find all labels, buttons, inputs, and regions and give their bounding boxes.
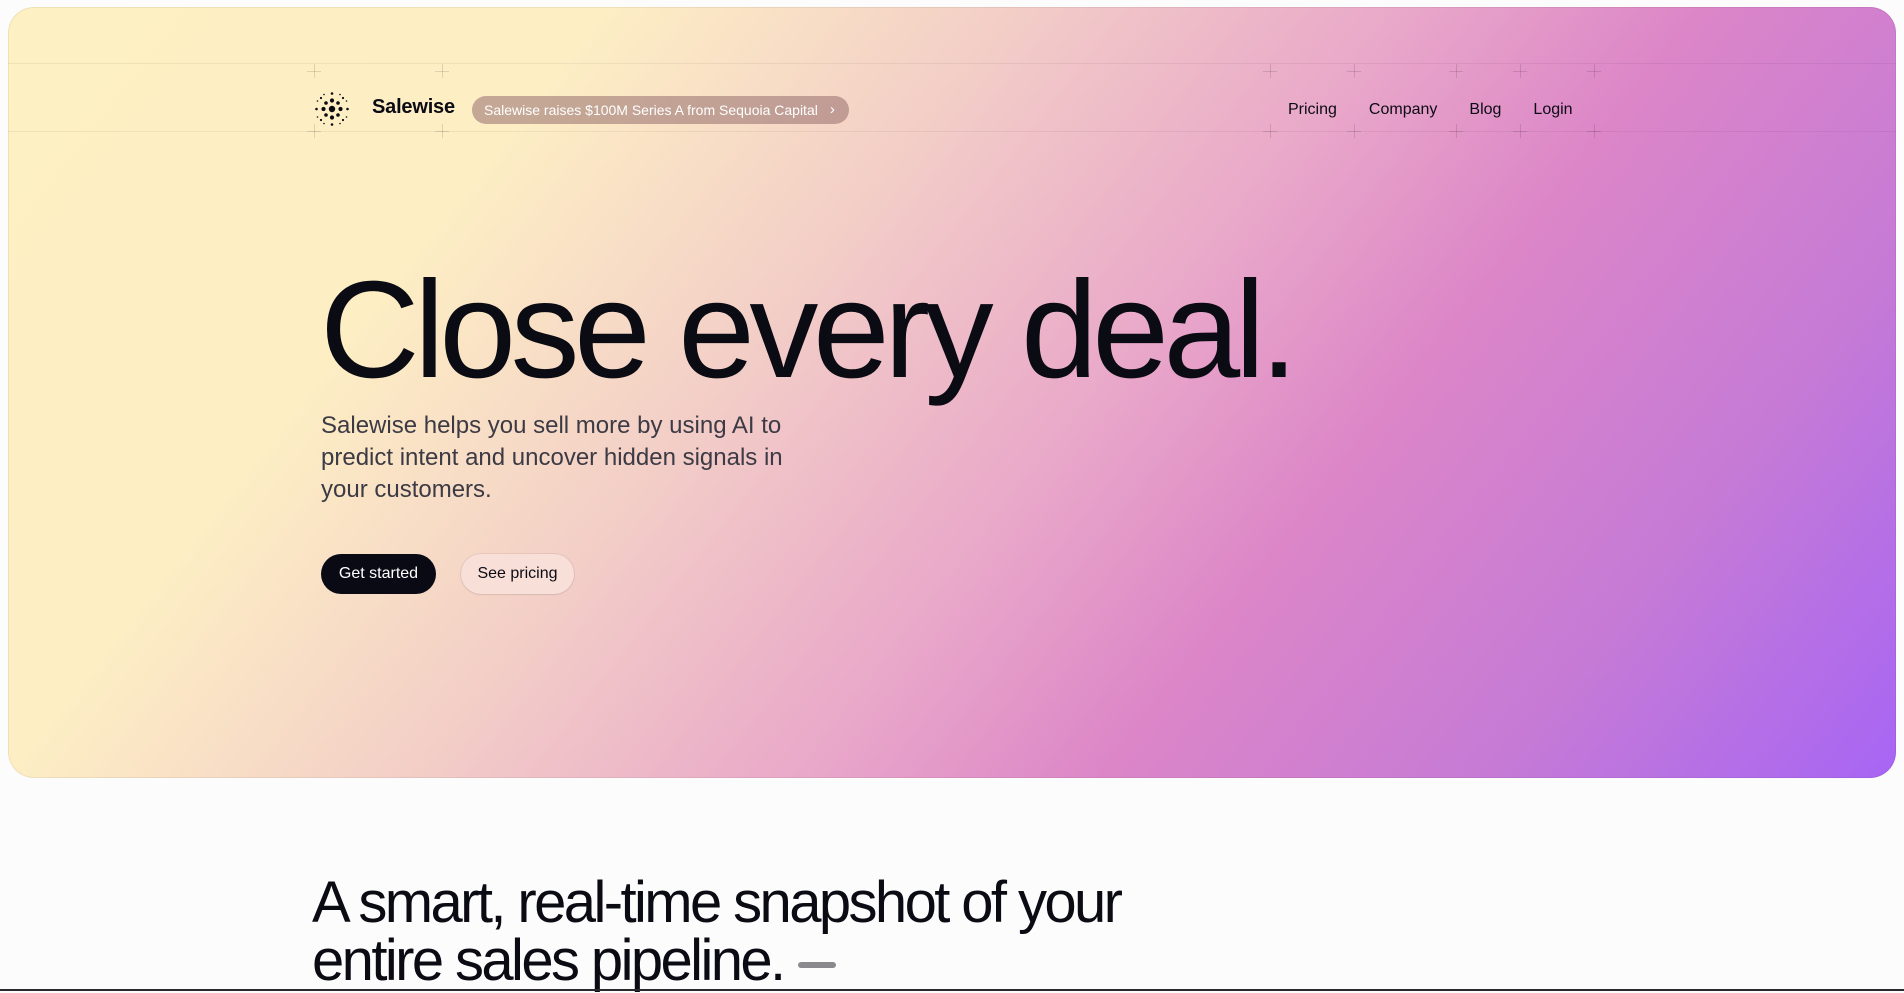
hero-section: Salewise Salewise raises $100M Series A … (8, 7, 1896, 778)
grid-plus-marker (435, 124, 449, 138)
grid-plus-marker (1347, 64, 1361, 78)
grid-line-top (8, 63, 1896, 64)
nav-link-company[interactable]: Company (1369, 98, 1437, 122)
grid-plus-marker (1587, 64, 1601, 78)
grid-plus-marker (1513, 124, 1527, 138)
grid-plus-marker (1513, 64, 1527, 78)
see-pricing-button[interactable]: See pricing (461, 554, 574, 594)
get-started-button[interactable]: Get started (321, 554, 436, 594)
grid-line-bottom (8, 131, 1896, 132)
grid-plus-marker (435, 64, 449, 78)
brand-name[interactable]: Salewise (372, 96, 455, 119)
nav-link-login[interactable]: Login (1533, 98, 1572, 122)
section-title: A smart, real-time snapshot of your enti… (312, 874, 1212, 990)
grid-plus-marker (1263, 64, 1277, 78)
announcement-text: Salewise raises $100M Series A from Sequ… (484, 102, 818, 118)
section-title-text: A smart, real-time snapshot of your enti… (312, 870, 1123, 993)
grid-plus-marker (307, 64, 321, 78)
nav-link-pricing[interactable]: Pricing (1288, 98, 1337, 122)
nav-link-blog[interactable]: Blog (1469, 98, 1501, 122)
grid-plus-marker (1587, 124, 1601, 138)
text-cursor-dash (797, 961, 836, 968)
dotted-circle-logo-icon[interactable] (314, 91, 350, 127)
top-nav: Pricing Company Blog Login (1288, 98, 1605, 122)
grid-plus-marker (1449, 124, 1463, 138)
hero-subtitle: Salewise helps you sell more by using AI… (321, 412, 783, 503)
grid-plus-marker (1449, 64, 1463, 78)
grid-plus-marker (1263, 124, 1277, 138)
grid-plus-marker (1347, 124, 1361, 138)
hero-headline: Close every deal. (320, 253, 1298, 407)
chevron-right-icon: › (829, 101, 835, 118)
announcement-pill[interactable]: Salewise raises $100M Series A from Sequ… (472, 96, 849, 124)
